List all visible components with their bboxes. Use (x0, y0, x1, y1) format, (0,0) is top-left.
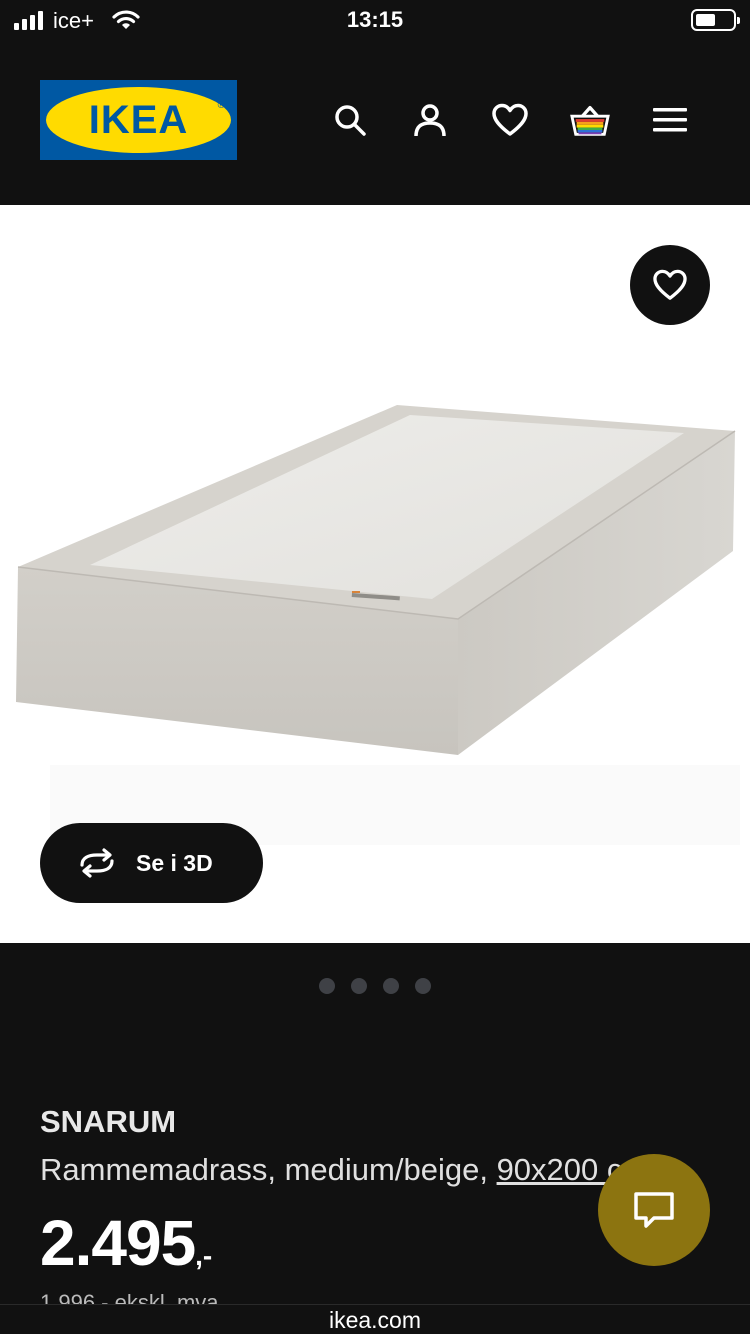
logo-text: IKEA (88, 98, 189, 142)
product-gallery[interactable]: Se i 3D (0, 205, 750, 943)
gallery-pagination (0, 978, 750, 994)
url-text: ikea.com (328, 1307, 422, 1333)
heart-icon[interactable] (490, 100, 530, 140)
clock: 13:15 (346, 7, 404, 32)
product-description-text: Rammemadrass, medium/beige, (40, 1152, 497, 1187)
add-to-favourites-button[interactable] (630, 245, 710, 325)
view-3d-label: Se i 3D (136, 849, 213, 876)
product-price: 2.495,- (40, 1206, 212, 1280)
view-3d-button[interactable]: Se i 3D (40, 823, 263, 903)
pagination-dot[interactable] (415, 978, 431, 994)
user-icon[interactable] (410, 100, 450, 140)
browser-url-bar[interactable]: ikea.com (0, 1304, 750, 1334)
status-bar: ice+ 13:15 (0, 0, 750, 40)
heart-icon (653, 269, 687, 300)
pagination-dot[interactable] (351, 978, 367, 994)
pagination-dot[interactable] (319, 978, 335, 994)
search-icon[interactable] (330, 100, 370, 140)
menu-icon[interactable] (650, 100, 690, 140)
price-suffix: ,- (195, 1240, 213, 1271)
chat-icon (634, 1192, 674, 1228)
shopping-basket-icon[interactable] (570, 100, 610, 140)
battery-icon (691, 9, 740, 31)
site-header: IKEA ® (0, 40, 750, 205)
product-description: Rammemadrass, medium/beige, 90x200 cm (40, 1152, 648, 1188)
price-main: 2.495 (40, 1207, 196, 1279)
pagination-dot[interactable] (383, 978, 399, 994)
ikea-logo[interactable]: IKEA ® (40, 80, 237, 160)
product-name: SNARUM (40, 1104, 177, 1139)
rotate-icon (80, 848, 114, 878)
chat-button[interactable] (598, 1154, 710, 1266)
